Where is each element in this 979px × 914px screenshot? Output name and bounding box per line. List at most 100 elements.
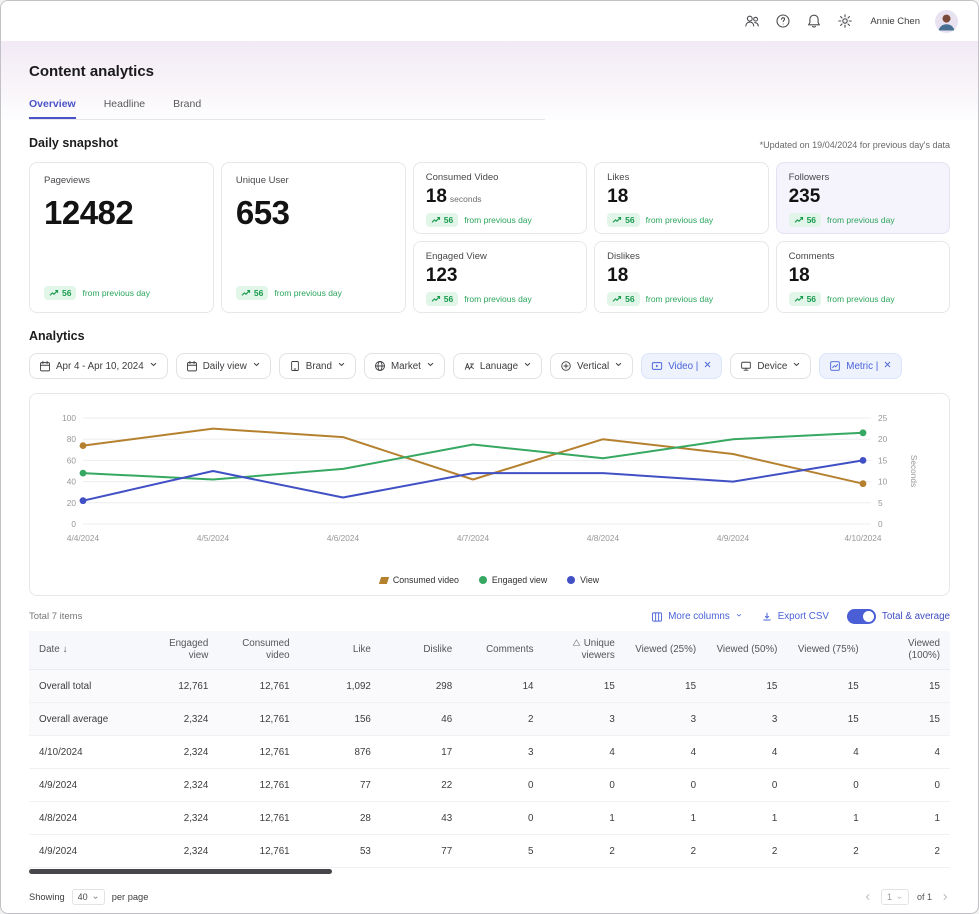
trend-badge: 56 from previous day: [607, 213, 755, 227]
card-dislikes[interactable]: Dislikes 18 56 from previous day: [594, 241, 768, 313]
chevron-down-icon: [252, 360, 261, 372]
total-average-toggle[interactable]: Total & average: [847, 609, 950, 624]
settings-icon[interactable]: [837, 13, 853, 29]
legend-item-view[interactable]: View: [567, 575, 599, 585]
row-value-cell: 4: [543, 736, 624, 769]
close-icon[interactable]: [883, 360, 892, 372]
card-value: 18: [607, 186, 755, 208]
row-value-cell: 1: [543, 802, 624, 835]
close-icon[interactable]: [703, 360, 712, 372]
filter-chip-label: Device: [757, 361, 787, 372]
filter-chip-daily-view[interactable]: Daily view: [176, 353, 271, 379]
column-header-viewed-25[interactable]: Viewed (25%): [625, 631, 706, 670]
line-chart-svg: 0204060801000510152025Seconds4/4/20244/5…: [42, 408, 937, 560]
filter-chip-lanuage[interactable]: Lanuage: [453, 353, 542, 379]
card-unique-user[interactable]: Unique User 653 56 from previous day: [221, 162, 406, 313]
filter-bar: Apr 4 - Apr 10, 2024 Daily view Brand Marke…: [29, 353, 950, 379]
row-value-cell: 5: [462, 835, 543, 868]
tab-brand[interactable]: Brand: [173, 98, 201, 119]
legend-item-consumed-video[interactable]: Consumed video: [380, 575, 459, 585]
calendar-icon: [39, 360, 51, 372]
daily-snapshot-title: Daily snapshot: [29, 136, 118, 150]
previous-page-button[interactable]: [863, 892, 873, 902]
row-value-cell: 1: [625, 802, 706, 835]
trend-up-icon: [431, 216, 441, 224]
svg-text:20: 20: [878, 434, 888, 444]
column-header-engaged-view[interactable]: Engaged view: [137, 631, 218, 670]
svg-text:0: 0: [878, 519, 883, 529]
horizontal-scrollbar[interactable]: [29, 869, 332, 874]
legend-marker: [567, 576, 575, 584]
filter-chip-label: Daily view: [203, 361, 247, 372]
chevron-down-icon: [426, 360, 435, 372]
card-label: Dislikes: [607, 251, 755, 262]
row-value-cell: 15: [625, 670, 706, 703]
row-value-cell: 1: [787, 802, 868, 835]
row-value-cell: 1: [706, 802, 787, 835]
per-page-label: per page: [112, 892, 149, 902]
page-number-select[interactable]: 1: [881, 889, 909, 905]
tab-overview[interactable]: Overview: [29, 98, 76, 119]
filter-chip-video[interactable]: Video |: [641, 353, 722, 379]
column-header-unique-viewers[interactable]: Unique viewers: [543, 631, 624, 670]
card-pageviews[interactable]: Pageviews 12482 56 from previous day: [29, 162, 214, 313]
tab-headline[interactable]: Headline: [104, 98, 145, 119]
card-value: 18: [789, 265, 937, 287]
row-value-cell: 12,761: [218, 769, 299, 802]
row-value-cell: 77: [300, 769, 381, 802]
row-date-cell: Overall total: [29, 670, 137, 703]
filter-chip-label: Vertical: [577, 361, 609, 372]
device-icon: [740, 360, 752, 372]
next-page-button[interactable]: [940, 892, 950, 902]
daily-snapshot-header: Daily snapshot *Updated on 19/04/2024 fo…: [29, 136, 950, 150]
more-columns-button[interactable]: More columns: [651, 611, 743, 623]
column-header-viewed-100[interactable]: Viewed (100%): [869, 631, 950, 670]
card-engaged-view[interactable]: Engaged View 123 56 from previous day: [413, 241, 587, 313]
column-header-viewed-50[interactable]: Viewed (50%): [706, 631, 787, 670]
column-header-consumed-video[interactable]: Consumed video: [218, 631, 299, 670]
row-value-cell: 0: [462, 769, 543, 802]
user-avatar[interactable]: [935, 10, 958, 33]
filter-chip-market[interactable]: Market: [364, 353, 445, 379]
analytics-table: Date↓Engaged view Consumed video Like Disli…: [29, 631, 950, 868]
column-header-like[interactable]: Like: [300, 631, 381, 670]
svg-text:80: 80: [67, 434, 77, 444]
column-header-date[interactable]: Date↓: [29, 631, 137, 670]
toggle-switch[interactable]: [847, 609, 876, 624]
calendar-icon: [186, 360, 198, 372]
column-label: Unique viewers: [582, 638, 615, 661]
filter-chip-metric[interactable]: Metric |: [819, 353, 902, 379]
analytics-title: Analytics: [29, 329, 85, 343]
column-header-comments[interactable]: Comments: [462, 631, 543, 670]
row-value-cell: 2: [787, 835, 868, 868]
filter-chip-vertical[interactable]: Vertical: [550, 353, 633, 379]
card-followers[interactable]: Followers 235 56 from previous day: [776, 162, 950, 234]
table-row: 4/9/20242,32412,7615377522222: [29, 835, 950, 868]
column-label: Consumed video: [242, 638, 289, 661]
filter-chip-brand[interactable]: Brand: [279, 353, 356, 379]
filter-chip-apr-4-apr-10-2024[interactable]: Apr 4 - Apr 10, 2024: [29, 353, 168, 379]
help-icon[interactable]: [775, 13, 791, 29]
legend-item-engaged-view[interactable]: Engaged view: [479, 575, 547, 585]
row-value-cell: 156: [300, 703, 381, 736]
notifications-icon[interactable]: [806, 13, 822, 29]
svg-text:4/8/2024: 4/8/2024: [587, 533, 620, 543]
card-comments[interactable]: Comments 18 56 from previous day: [776, 241, 950, 313]
page-size-select[interactable]: 40: [72, 889, 105, 905]
row-value-cell: 3: [706, 703, 787, 736]
row-value-cell: 298: [381, 670, 462, 703]
svg-text:4/7/2024: 4/7/2024: [457, 533, 490, 543]
legend-marker: [479, 576, 487, 584]
export-csv-button[interactable]: Export CSV: [761, 611, 829, 623]
card-likes[interactable]: Likes 18 56 from previous day: [594, 162, 768, 234]
column-header-viewed-75[interactable]: Viewed (75%): [787, 631, 868, 670]
svg-text:4/6/2024: 4/6/2024: [327, 533, 360, 543]
legend-marker: [379, 577, 389, 584]
filter-chip-device[interactable]: Device: [730, 353, 811, 379]
contacts-icon[interactable]: [744, 13, 760, 29]
trend-up-icon: [794, 295, 804, 303]
column-label: Dislike: [423, 644, 452, 655]
column-header-dislike[interactable]: Dislike: [381, 631, 462, 670]
top-bar: Annie Chen: [1, 1, 978, 41]
card-consumed-video[interactable]: Consumed Video 18seconds 56 from previou…: [413, 162, 587, 234]
